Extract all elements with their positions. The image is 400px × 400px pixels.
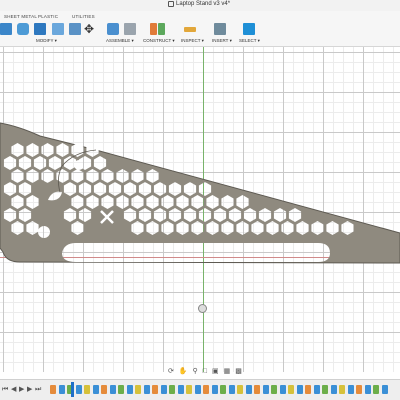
timeline-feature-icon[interactable] <box>118 385 124 394</box>
timeline-feature-icon[interactable] <box>220 385 226 394</box>
document-icon <box>168 1 174 7</box>
new-component-icon[interactable] <box>107 23 119 35</box>
insert-image-icon[interactable] <box>214 23 226 35</box>
navigation-bar: ⟳ ✋ ⚲ □ ▣ ▦ ▩ <box>168 367 242 377</box>
timeline-feature-icon[interactable] <box>305 385 311 394</box>
fusion-window: Laptop Stand v3 v4* SHEET METAL PLASTIC … <box>0 0 400 400</box>
assemble-menu[interactable]: ASSEMBLE ▾ <box>106 38 134 44</box>
timeline-feature-icon[interactable] <box>143 385 150 394</box>
timeline-feature-icon[interactable] <box>177 385 184 394</box>
scale-icon[interactable] <box>69 23 81 35</box>
fillet-icon[interactable] <box>17 23 29 35</box>
last-step-icon[interactable]: ⏭ <box>35 385 41 395</box>
timeline-feature-icon[interactable] <box>339 385 345 394</box>
timeline-feature-icon[interactable] <box>356 385 362 394</box>
timeline-feature-icon[interactable] <box>211 385 218 394</box>
origin-point[interactable] <box>198 304 207 313</box>
timeline-feature-icon[interactable] <box>330 385 337 394</box>
document-title-text: Laptop Stand v3 v4* <box>176 1 231 7</box>
design-canvas[interactable] <box>0 47 400 372</box>
ribbon-toolbar: SHEET METAL PLASTIC UTILITIES ✥ MODIFY ▾… <box>0 11 400 47</box>
pan-icon[interactable]: ✋ <box>179 367 188 377</box>
timeline-marker[interactable] <box>71 382 74 397</box>
offset-plane-icon[interactable] <box>150 23 157 35</box>
timeline-feature-icon[interactable] <box>135 385 141 394</box>
viewports-icon[interactable]: ▩ <box>235 367 242 377</box>
timeline-feature-icon[interactable] <box>279 385 286 394</box>
timeline-feature-icon[interactable] <box>228 385 235 394</box>
inspect-menu[interactable]: INSPECT ▾ <box>181 38 204 44</box>
timeline-feature-icon[interactable] <box>364 385 371 394</box>
timeline-feature-icon[interactable] <box>160 385 167 394</box>
previous-step-icon[interactable]: ◀ <box>11 385 16 395</box>
timeline-feature-icon[interactable] <box>313 385 320 394</box>
timeline-feature-icon[interactable] <box>152 385 158 394</box>
tab-utilities[interactable]: UTILITIES <box>72 14 95 19</box>
timeline-feature-icon[interactable] <box>254 385 260 394</box>
timeline-feature-icon[interactable] <box>245 385 252 394</box>
display-settings-icon[interactable]: ▣ <box>212 367 219 377</box>
play-icon[interactable]: ▶ <box>19 385 24 395</box>
timeline-feature-icon[interactable] <box>50 385 56 394</box>
timeline-feature-icon[interactable] <box>373 385 379 394</box>
fit-icon[interactable]: □ <box>203 367 207 377</box>
first-step-icon[interactable]: ⏮ <box>2 385 8 395</box>
timeline-feature-icon[interactable] <box>288 385 294 394</box>
grid-icon[interactable]: ▦ <box>224 367 231 377</box>
select-menu[interactable]: SELECT ▾ <box>239 38 260 44</box>
timeline-feature-icon[interactable] <box>347 385 354 394</box>
timeline-feature-icon[interactable] <box>126 385 133 394</box>
timeline-feature-icon[interactable] <box>169 385 175 394</box>
laptop-stand-part[interactable] <box>0 47 400 372</box>
modify-menu[interactable]: MODIFY ▾ <box>36 38 57 44</box>
timeline-feature-icon[interactable] <box>262 385 269 394</box>
midplane-icon[interactable] <box>158 23 165 35</box>
timeline-feature-icon[interactable] <box>186 385 192 394</box>
orbit-icon[interactable]: ⟳ <box>168 367 174 377</box>
timeline-feature-icon[interactable] <box>92 385 99 394</box>
timeline-bar: ⏮ ◀ ▶ ▶ ⏭ <box>0 379 400 400</box>
measure-icon[interactable] <box>184 27 196 32</box>
construct-menu[interactable]: CONSTRUCT ▾ <box>143 38 175 44</box>
document-title: Laptop Stand v3 v4* <box>168 1 230 7</box>
shell-icon[interactable] <box>34 23 46 35</box>
timeline-feature-icon[interactable] <box>75 385 82 394</box>
tab-sheet-metal[interactable]: SHEET METAL <box>4 14 37 19</box>
title-bar: Laptop Stand v3 v4* <box>0 0 400 11</box>
select-icon[interactable] <box>243 23 255 35</box>
press-pull-icon[interactable] <box>0 23 12 35</box>
timeline-feature-icon[interactable] <box>203 385 209 394</box>
timeline-feature-icon[interactable] <box>237 385 243 394</box>
timeline-feature-icon[interactable] <box>84 385 90 394</box>
timeline-feature-icon[interactable] <box>322 385 328 394</box>
move-icon[interactable]: ✥ <box>83 23 95 35</box>
timeline-feature-icon[interactable] <box>109 385 116 394</box>
timeline-feature-icon[interactable] <box>194 385 201 394</box>
timeline-feature-icon[interactable] <box>271 385 277 394</box>
timeline-feature-icon[interactable] <box>58 385 65 394</box>
timeline-feature-icon[interactable] <box>296 385 303 394</box>
timeline-feature-icon[interactable] <box>101 385 107 394</box>
combine-icon[interactable] <box>52 23 64 35</box>
zoom-icon[interactable]: ⚲ <box>193 367 198 377</box>
tab-plastic[interactable]: PLASTIC <box>38 14 58 19</box>
joint-icon[interactable] <box>124 23 136 35</box>
insert-menu[interactable]: INSERT ▾ <box>212 38 232 44</box>
timeline-feature-icon[interactable] <box>381 385 388 394</box>
next-step-icon[interactable]: ▶ <box>27 385 32 395</box>
